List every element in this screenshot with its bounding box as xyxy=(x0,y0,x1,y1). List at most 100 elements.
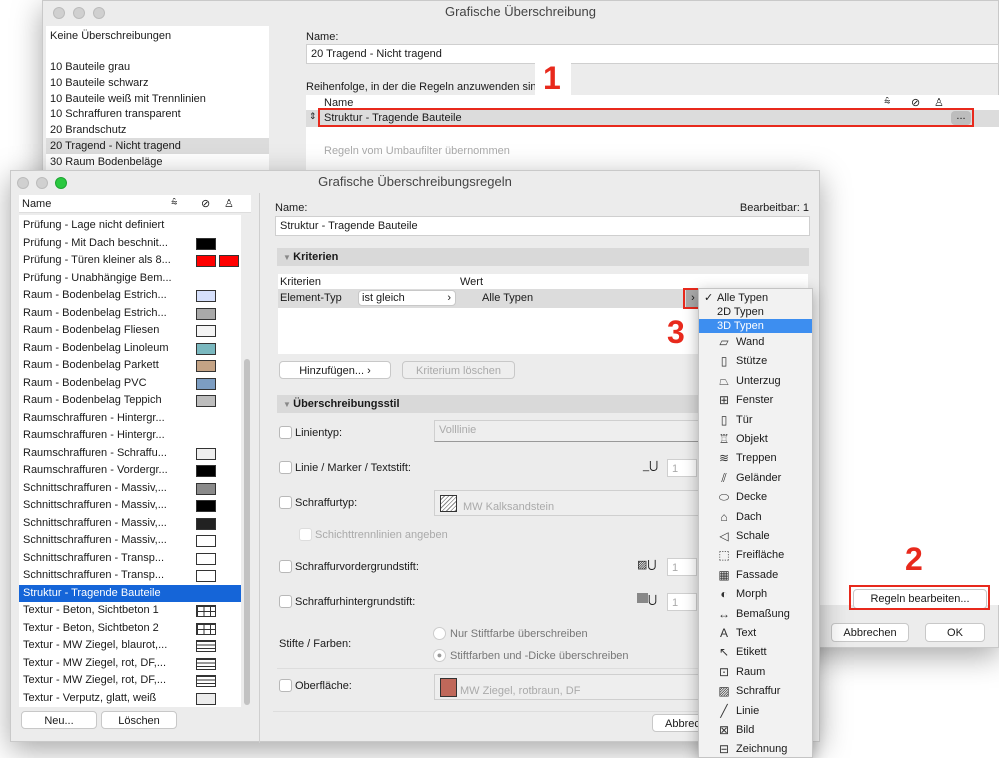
raum-icon: ⊡ xyxy=(718,664,730,679)
menu-item-objekt[interactable]: ♖ Objekt xyxy=(699,430,812,448)
line-type-checkbox[interactable] xyxy=(279,426,292,439)
list-scrollbar[interactable] xyxy=(244,359,250,705)
menu-item-raum[interactable]: ⊡ Raum xyxy=(699,663,812,681)
rule-list-item[interactable]: Raum - Bodenbelag Estrich... xyxy=(19,287,241,305)
close-button[interactable] xyxy=(17,177,29,189)
rule-list-item[interactable]: Textur - MW Ziegel, rot, DF,... xyxy=(19,655,241,673)
bg-pen-checkbox[interactable] xyxy=(279,595,292,608)
rule-list-item[interactable]: Schnittschraffuren - Massiv,... xyxy=(19,532,241,550)
close-button[interactable] xyxy=(53,7,65,19)
rule-name-input[interactable]: Struktur - Tragende Bauteile xyxy=(275,216,810,236)
menu-item-etikett[interactable]: ↖ Etikett xyxy=(699,643,812,661)
override-list-item[interactable]: 10 Bauteile schwarz xyxy=(46,75,269,91)
menu-item-unterzug[interactable]: ⏢ Unterzug xyxy=(699,372,812,390)
surface-checkbox[interactable] xyxy=(279,679,292,692)
rule-list-item[interactable]: Textur - MW Ziegel, rot, DF,... xyxy=(19,672,241,690)
delete-rule-button[interactable]: Löschen xyxy=(101,711,177,729)
override-swatch xyxy=(196,552,216,565)
menu-item-bild[interactable]: ⊠ Bild xyxy=(699,721,812,739)
rule-list-item[interactable]: Raum - Bodenbelag Linoleum xyxy=(19,340,241,358)
menu-item-label: Alle Typen xyxy=(717,292,769,304)
annotation-box-1 xyxy=(318,108,974,127)
override-swatch xyxy=(196,395,216,407)
add-criterion-button[interactable]: Hinzufügen... › xyxy=(279,361,391,379)
pen-checkbox[interactable] xyxy=(279,461,292,474)
override-list-item[interactable]: Keine Überschreibungen xyxy=(46,28,269,44)
rule-list-item[interactable]: Textur - Beton, Sichtbeton 1 xyxy=(19,602,241,620)
menu-item-schraffur[interactable]: ▨ Schraffur xyxy=(699,682,812,700)
rule-list-item[interactable]: Raum - Bodenbelag PVC xyxy=(19,375,241,393)
zoom-button[interactable] xyxy=(93,7,105,19)
menu-item-dach[interactable]: ⌂ Dach xyxy=(699,508,812,526)
menu-item-2d-typen[interactable]: 2D Typen xyxy=(699,305,812,319)
menu-item-st-tze[interactable]: ▯ Stütze xyxy=(699,352,812,370)
rule-list-item[interactable]: Raumschraffuren - Schraffu... xyxy=(19,445,241,463)
override-list-item[interactable]: 20 Brandschutz xyxy=(46,122,269,138)
splitter[interactable] xyxy=(259,193,260,743)
menu-item-t-r[interactable]: ▯ Tür xyxy=(699,411,812,429)
menu-item-zeichnung[interactable]: ⊟ Zeichnung xyxy=(699,740,812,758)
rule-list-item[interactable]: Textur - Verputz, glatt, weiß xyxy=(19,690,241,708)
ok-button[interactable]: OK xyxy=(925,623,985,642)
rule-list-item[interactable]: Raumschraffuren - Hintergr... xyxy=(19,410,241,428)
rule-list-item[interactable]: Raum - Bodenbelag Parkett xyxy=(19,357,241,375)
rule-list-item[interactable]: Prüfung - Türen kleiner als 8... xyxy=(19,252,241,270)
menu-item-label: Decke xyxy=(736,491,768,504)
menu-item-treppen[interactable]: ≋ Treppen xyxy=(699,449,812,467)
bema-ung-icon: ↔ xyxy=(718,606,730,621)
menu-item-gel-nder[interactable]: ⫽ Geländer xyxy=(699,469,812,487)
rule-list-item[interactable]: Raumschraffuren - Vordergr... xyxy=(19,462,241,480)
rule-list-item[interactable]: Schnittschraffuren - Massiv,... xyxy=(19,497,241,515)
override-list-item[interactable]: 10 Bauteile grau xyxy=(46,59,269,75)
menu-item-fenster[interactable]: ⊞ Fenster xyxy=(699,391,812,409)
rule-list-item[interactable]: Raum - Bodenbelag Estrich... xyxy=(19,305,241,323)
cancel-button[interactable]: Abbrechen xyxy=(831,623,909,642)
menu-item-wand[interactable]: ▱ Wand xyxy=(699,333,812,351)
bg-pen-field: 1 xyxy=(667,593,697,611)
rule-list-item[interactable]: Prüfung - Lage nicht definiert xyxy=(19,217,241,235)
menu-item-text[interactable]: A Text xyxy=(699,624,812,642)
zoom-button[interactable] xyxy=(55,177,67,189)
menu-item-3d-typen[interactable]: 3D Typen xyxy=(699,319,812,333)
rule-list-item[interactable]: Textur - MW Ziegel, blaurot,... xyxy=(19,637,241,655)
operator-value: ist gleich xyxy=(362,292,405,304)
new-rule-button[interactable]: Neu... xyxy=(21,711,97,729)
override-swatch xyxy=(196,307,216,320)
rule-list-item[interactable]: Raum - Bodenbelag Fliesen xyxy=(19,322,241,340)
menu-item-schale[interactable]: ◁ Schale xyxy=(699,527,812,545)
rule-list-item[interactable]: Raumschraffuren - Hintergr... xyxy=(19,427,241,445)
menu-item-bema-ung[interactable]: ↔ Bemaßung xyxy=(699,605,812,623)
rule-list-item[interactable]: Struktur - Tragende Bauteile xyxy=(19,584,241,602)
menu-item-freifl-che[interactable]: ⬚ Freifläche xyxy=(699,546,812,564)
operator-select[interactable]: ist gleich › xyxy=(358,290,456,306)
rule-list-item[interactable]: Schnittschraffuren - Transp... xyxy=(19,567,241,585)
radio-2-label: Stiftfarben und -Dicke überschreiben xyxy=(450,650,629,662)
fg-pen-icon: ▨⋃ xyxy=(637,559,657,571)
rule-list-item[interactable]: Prüfung - Unabhängige Bem... xyxy=(19,270,241,288)
criteria-section-header[interactable]: ▼ Kriterien xyxy=(277,248,809,266)
menu-item-label: Freifläche xyxy=(736,549,785,562)
fill-type-checkbox[interactable] xyxy=(279,496,292,509)
rule-list-item[interactable]: Prüfung - Mit Dach beschnit... xyxy=(19,235,241,253)
name-input[interactable]: 20 Tragend - Nicht tragend xyxy=(306,44,999,64)
override-list-item[interactable]: 10 Bauteile weiß mit Trennlinien xyxy=(46,91,269,107)
drag-handle-icon[interactable]: ⇕ xyxy=(309,111,317,122)
rule-list-item[interactable]: Schnittschraffuren - Massiv,... xyxy=(19,480,241,498)
menu-item-linie[interactable]: ╱ Linie xyxy=(699,702,812,720)
rule-name: Raum - Bodenbelag Teppich xyxy=(23,394,162,406)
rule-list-item[interactable]: Schnittschraffuren - Massiv,... xyxy=(19,515,241,533)
menu-item-alle-typen[interactable]: ✓ Alle Typen xyxy=(699,291,812,305)
minimize-button[interactable] xyxy=(73,7,85,19)
override-list-item[interactable]: 10 Schraffuren transparent xyxy=(46,106,269,122)
override-list-item[interactable]: 20 Tragend - Nicht tragend xyxy=(46,138,269,154)
fg-pen-checkbox[interactable] xyxy=(279,560,292,573)
menu-item-fassade[interactable]: ▦ Fassade xyxy=(699,566,812,584)
rule-list-item[interactable]: Textur - Beton, Sichtbeton 2 xyxy=(19,620,241,638)
minimize-button[interactable] xyxy=(36,177,48,189)
rule-list-item[interactable]: Schnittschraffuren - Transp... xyxy=(19,550,241,568)
rule-list-item[interactable]: Raum - Bodenbelag Teppich xyxy=(19,392,241,410)
menu-item-morph[interactable]: ◐ Morph xyxy=(699,585,812,603)
schale-icon: ◁ xyxy=(719,529,729,543)
menu-item-decke[interactable]: ⬭ Decke xyxy=(699,488,812,506)
override-list-item[interactable]: 30 Raum Bodenbeläge xyxy=(46,154,269,170)
